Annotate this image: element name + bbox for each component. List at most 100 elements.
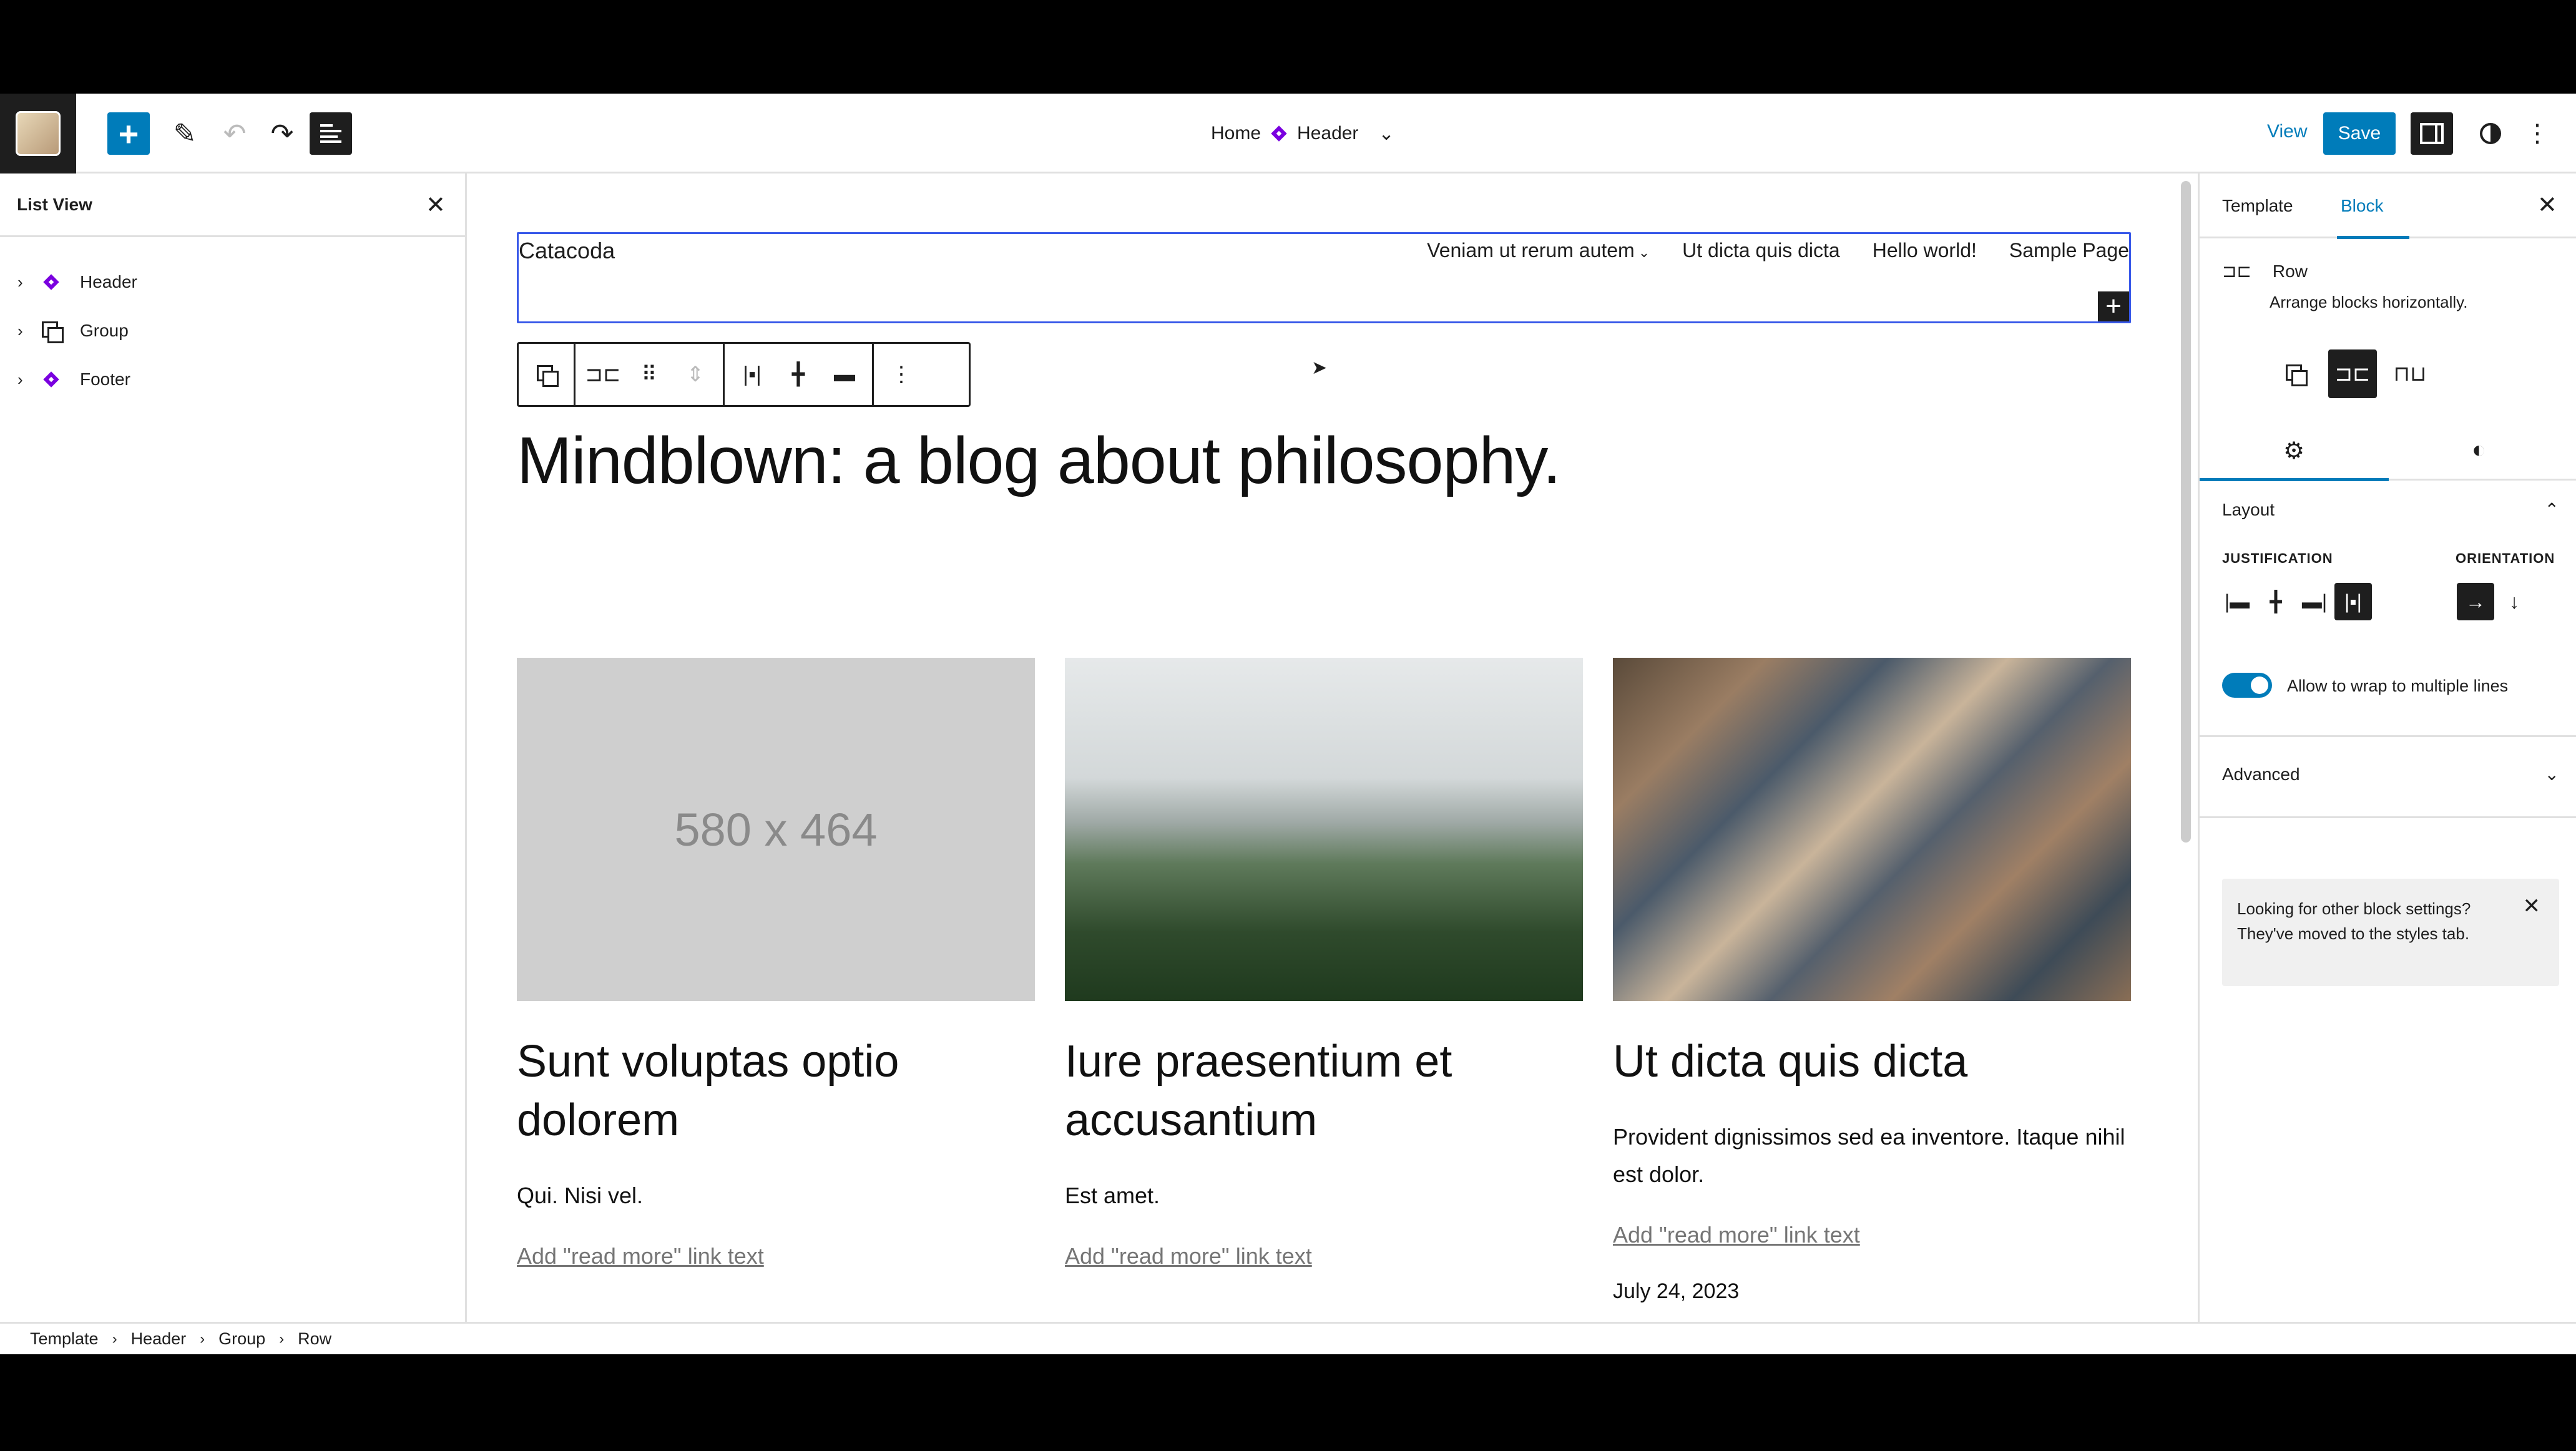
move-up-down-icon[interactable]: ⇕ — [679, 356, 712, 393]
document-bar[interactable]: Home Header ⌄ — [1211, 115, 1394, 152]
featured-image-texture[interactable] — [1613, 658, 2131, 1001]
row-block-selected[interactable]: Catacoda Veniam ut rerum autem ⌄ Ut dicta… — [517, 232, 2131, 323]
breadcrumb-home[interactable]: Home — [1211, 123, 1261, 144]
nav-item[interactable]: Hello world! — [1873, 239, 1977, 262]
undo-button[interactable]: ↶ — [213, 112, 256, 155]
close-icon[interactable]: ✕ — [2523, 894, 2541, 919]
justify-right-button[interactable]: ▬| — [2296, 583, 2333, 620]
justify-space-between-button[interactable]: |▪| — [2334, 583, 2372, 620]
justify-center-icon: ╋ — [2270, 590, 2282, 613]
orientation-label: ORIENTATION — [2456, 550, 2555, 566]
chevron-down-icon: ⌄ — [2544, 765, 2559, 784]
block-inserter-button[interactable]: + — [107, 112, 150, 155]
nav-item[interactable]: Veniam ut rerum autem ⌄ — [1427, 239, 1650, 262]
orientation-horizontal-button[interactable]: → — [2457, 583, 2494, 620]
justification-label: JUSTIFICATION — [2222, 550, 2333, 566]
editor-canvas[interactable]: Catacoda Veniam ut rerum autem ⌄ Ut dicta… — [469, 173, 2198, 1322]
options-menu-button[interactable]: ⋮ — [2522, 112, 2553, 155]
gear-icon[interactable]: ⚙ — [2283, 437, 2304, 465]
row-variation-button[interactable]: ⊐⊏ — [2328, 349, 2377, 398]
canvas-scrollbar[interactable] — [2181, 181, 2191, 843]
site-icon-button[interactable] — [0, 94, 76, 173]
list-view-button[interactable] — [310, 112, 352, 155]
settings-tabs: Template Block ✕ — [2200, 173, 2576, 239]
close-icon[interactable]: ✕ — [426, 191, 446, 219]
post-card[interactable]: Ut dicta quis dicta Provident dignissimo… — [1613, 658, 2131, 1304]
drag-handle-icon[interactable]: ⠿ — [633, 356, 665, 393]
breadcrumb-item[interactable]: Template — [30, 1329, 99, 1349]
tab-template[interactable]: Template — [2222, 196, 2293, 216]
add-block-button[interactable]: + — [2098, 291, 2129, 321]
featured-image-mountain[interactable] — [1065, 658, 1583, 1001]
chevron-right-icon[interactable]: › — [17, 273, 39, 292]
list-view-title: List View — [17, 195, 92, 214]
read-more-link[interactable]: Add "read more" link text — [1613, 1222, 2131, 1248]
nav-item[interactable]: Ut dicta quis dicta — [1682, 239, 1840, 262]
navigation-block[interactable]: Veniam ut rerum autem ⌄ Ut dicta quis dic… — [1427, 239, 2129, 262]
stack-variation-button[interactable]: ⊓⊔ — [2386, 349, 2434, 398]
post-card[interactable]: Iure praesentium et accusantium Est amet… — [1065, 658, 1583, 1269]
row-icon[interactable]: ⊐⊏ — [585, 356, 621, 393]
chevron-down-icon[interactable]: ⌄ — [1378, 123, 1394, 145]
list-view-item-header[interactable]: › Header — [17, 263, 137, 301]
tab-block[interactable]: Block — [2341, 196, 2383, 216]
settings-subtabs: ⚙ ◐ — [2200, 423, 2576, 481]
list-view-item-group[interactable]: › Group — [17, 312, 129, 349]
page-heading[interactable]: Mindblown: a blog about philosophy. — [517, 423, 1561, 499]
template-part-icon — [42, 370, 61, 389]
justify-center-button[interactable]: ╋ — [2257, 583, 2294, 620]
styles-button[interactable] — [2469, 112, 2512, 155]
tools-button[interactable]: ✎ — [164, 112, 206, 155]
list-view-item-label: Footer — [80, 369, 130, 389]
settings-toggle-button[interactable] — [2411, 112, 2453, 155]
post-title[interactable]: Ut dicta quis dicta — [1613, 1032, 2131, 1091]
justify-left-icon: |▬ — [2224, 590, 2250, 613]
chevron-down-icon[interactable]: ⌄ — [1638, 245, 1650, 260]
group-variation-button[interactable] — [2271, 349, 2319, 398]
site-title[interactable]: Catacoda — [519, 238, 615, 264]
template-part-icon — [42, 273, 61, 291]
align-stretch-icon[interactable]: ▬ — [828, 356, 861, 393]
more-vertical-icon: ⋮ — [2525, 120, 2550, 147]
chevron-right-icon[interactable]: › — [17, 370, 39, 389]
chevron-right-icon: › — [200, 1330, 205, 1347]
breadcrumb-item[interactable]: Group — [218, 1329, 265, 1349]
plus-icon: + — [2105, 291, 2122, 321]
post-excerpt[interactable]: Provident dignissimos sed ea inventore. … — [1613, 1118, 2131, 1193]
list-view-item-footer[interactable]: › Footer — [17, 361, 130, 398]
list-view-header: List View ✕ — [0, 173, 465, 237]
more-vertical-icon[interactable]: ⋮ — [885, 356, 918, 393]
editor-toolbar: + ✎ ↶ ↷ Home Header ⌄ View Save ⋮ — [0, 94, 2576, 173]
post-card[interactable]: 580 x 464 Sunt voluptas optio dolorem Qu… — [517, 658, 1035, 1269]
contrast-icon[interactable]: ◐ — [2472, 437, 2486, 464]
settings-moved-notice: Looking for other block settings? They'v… — [2222, 879, 2559, 986]
select-parent-group-icon[interactable] — [530, 356, 562, 393]
site-editor: + ✎ ↶ ↷ Home Header ⌄ View Save ⋮ List V… — [0, 94, 2576, 1354]
read-more-link[interactable]: Add "read more" link text — [517, 1243, 1035, 1269]
block-toolbar-justify: |▪| ╋ ▬ — [725, 344, 874, 405]
view-button[interactable]: View — [2267, 121, 2307, 142]
featured-image-placeholder[interactable]: 580 x 464 — [517, 658, 1035, 1001]
breadcrumb-item[interactable]: Header — [131, 1329, 187, 1349]
arrow-down-icon: ↓ — [2509, 590, 2519, 613]
save-button[interactable]: Save — [2323, 112, 2396, 155]
wrap-toggle[interactable] — [2222, 673, 2272, 698]
justify-center-icon[interactable]: ╋ — [782, 356, 815, 393]
nav-item[interactable]: Sample Page — [2009, 239, 2129, 262]
post-title[interactable]: Iure praesentium et accusantium — [1065, 1032, 1583, 1150]
layout-panel-toggle[interactable]: Layout ⌃ — [2222, 499, 2559, 520]
read-more-link[interactable]: Add "read more" link text — [1065, 1243, 1583, 1269]
post-title[interactable]: Sunt voluptas optio dolorem — [517, 1032, 1035, 1150]
letterbox-top — [0, 0, 2576, 94]
justify-space-between-icon[interactable]: |▪| — [736, 356, 768, 393]
advanced-panel-toggle[interactable]: Advanced ⌄ — [2222, 764, 2559, 784]
close-icon[interactable]: ✕ — [2537, 191, 2557, 219]
post-excerpt[interactable]: Est amet. — [1065, 1177, 1583, 1214]
chevron-right-icon[interactable]: › — [17, 321, 39, 341]
redo-button[interactable]: ↷ — [261, 112, 303, 155]
stack-icon: ⊓⊔ — [2393, 362, 2427, 386]
justify-left-button[interactable]: |▬ — [2218, 583, 2256, 620]
orientation-vertical-button[interactable]: ↓ — [2495, 583, 2533, 620]
divider — [2200, 735, 2576, 737]
post-excerpt[interactable]: Qui. Nisi vel. — [517, 1177, 1035, 1214]
